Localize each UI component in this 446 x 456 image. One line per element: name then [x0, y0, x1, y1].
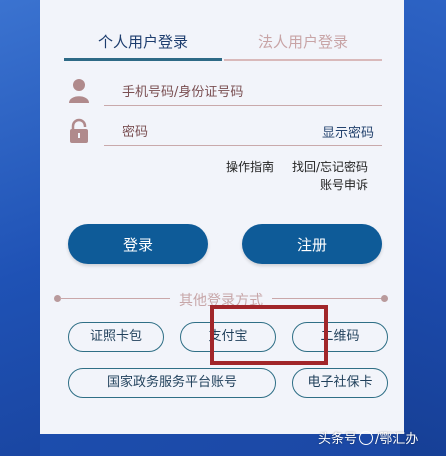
other-login-divider: 其他登录方式 [54, 290, 388, 309]
divider-line-right [272, 298, 382, 299]
help-links: 操作指南 找回/忘记密码 账号申诉 [64, 158, 382, 198]
watermark-logo-icon [359, 431, 374, 445]
watermark-name: /鄂汇办 [375, 432, 419, 447]
account-appeal-link[interactable]: 账号申诉 [320, 176, 368, 193]
forgot-password-link[interactable]: 找回/忘记密码 [292, 158, 368, 175]
alipay-highlight-box [210, 305, 328, 365]
tab-personal-login[interactable]: 个人用户登录 [64, 30, 222, 60]
gov-platform-account-button[interactable]: 国家政务服务平台账号 [68, 368, 276, 398]
divider-dot-right [381, 295, 388, 302]
phone-row [64, 76, 382, 108]
login-panel: 个人用户登录 法人用户登录 显示密码 操作指南 找回/忘记密码 账号申诉 登录 … [40, 0, 404, 434]
register-button[interactable]: 注册 [242, 224, 382, 264]
background-left [0, 0, 40, 456]
tab-underline-active [64, 58, 222, 61]
login-button[interactable]: 登录 [68, 224, 208, 264]
guide-link[interactable]: 操作指南 [226, 158, 274, 175]
tab-underline-inactive [224, 59, 382, 61]
e-social-card-button[interactable]: 电子社保卡 [292, 368, 388, 398]
password-row: 显示密码 [64, 116, 382, 148]
lock-icon [70, 118, 88, 143]
login-tabs: 个人用户登录 法人用户登录 [64, 30, 382, 62]
divider-line-left [60, 298, 170, 299]
tab-legal-login[interactable]: 法人用户登录 [224, 30, 382, 60]
user-icon [69, 79, 89, 103]
watermark-prefix: 头条号 [318, 432, 358, 447]
watermark: 头条号/鄂汇办 [318, 428, 418, 450]
phone-id-input[interactable] [104, 80, 382, 106]
cert-wallet-button[interactable]: 证照卡包 [68, 322, 164, 352]
show-password-link[interactable]: 显示密码 [322, 122, 374, 141]
background-right [400, 0, 446, 456]
